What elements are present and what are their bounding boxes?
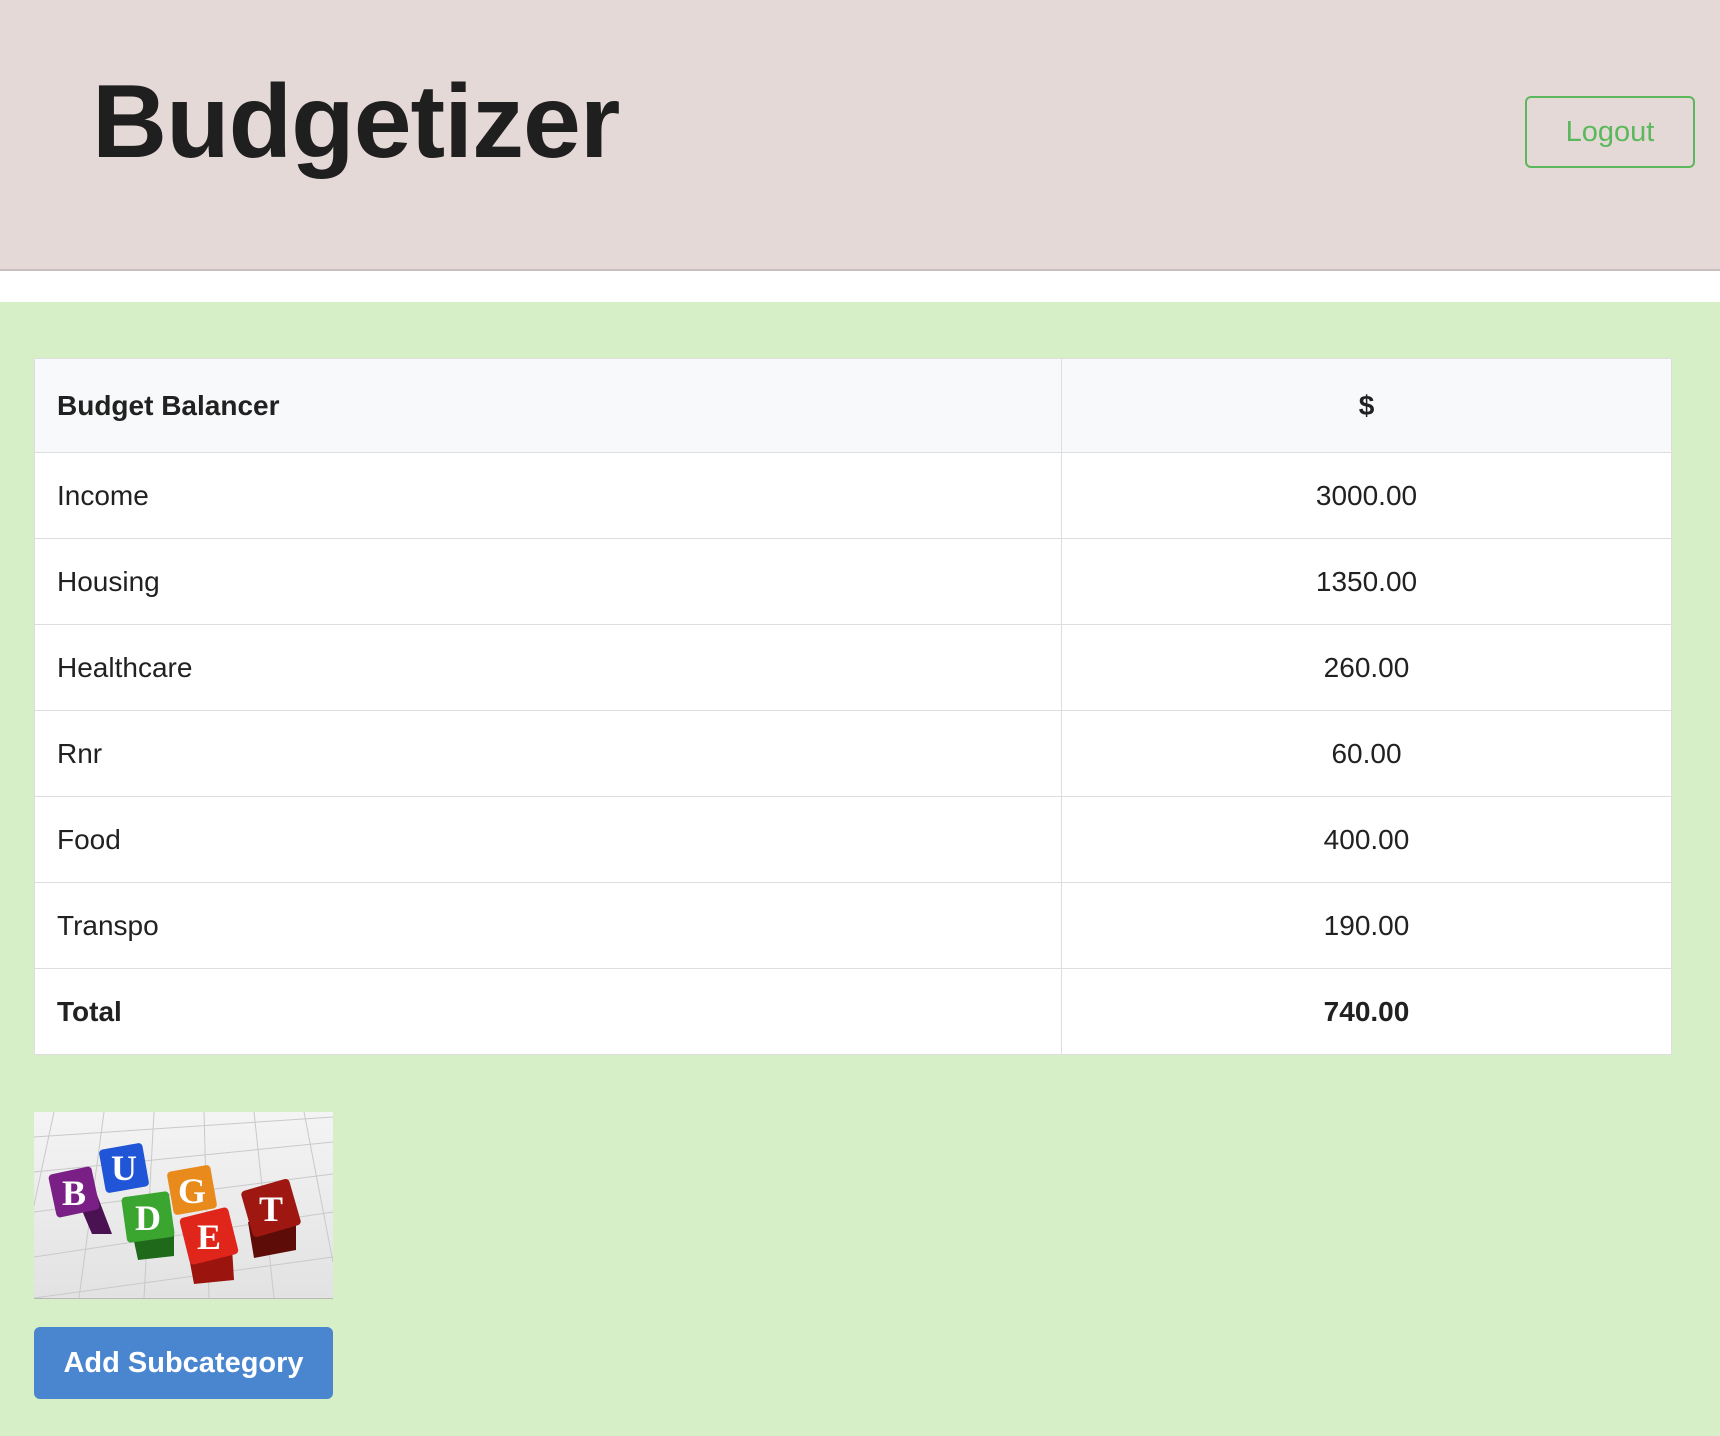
logout-button[interactable]: Logout	[1525, 96, 1695, 168]
category-cell: Healthcare	[34, 624, 1062, 711]
svg-text:G: G	[178, 1171, 206, 1211]
amount-cell: 190.00	[1061, 882, 1672, 969]
header-divider	[0, 271, 1720, 302]
amount-cell: 3000.00	[1061, 452, 1672, 539]
app-title: Budgetizer	[92, 64, 620, 180]
budget-blocks-image: B U D G E T	[34, 1112, 333, 1299]
table-row: Housing 1350.00	[34, 538, 1672, 625]
svg-text:E: E	[197, 1217, 221, 1257]
block-g: G	[167, 1165, 217, 1215]
category-cell: Rnr	[34, 710, 1062, 797]
amount-cell: 1350.00	[1061, 538, 1672, 625]
amount-cell: 60.00	[1061, 710, 1672, 797]
category-cell: Housing	[34, 538, 1062, 625]
table-row: Food 400.00	[34, 796, 1672, 883]
table-row: Income 3000.00	[34, 452, 1672, 539]
table-row: Healthcare 260.00	[34, 624, 1672, 711]
app-header: Budgetizer Logout	[0, 0, 1720, 271]
svg-text:T: T	[259, 1189, 283, 1229]
svg-text:D: D	[135, 1198, 161, 1238]
svg-text:U: U	[111, 1148, 137, 1188]
column-header-amount: $	[1061, 358, 1672, 453]
table-row: Transpo 190.00	[34, 882, 1672, 969]
add-subcategory-button[interactable]: Add Subcategory	[34, 1327, 333, 1399]
column-header-category: Budget Balancer	[34, 358, 1062, 453]
total-row: Total 740.00	[34, 968, 1672, 1055]
block-u: U	[99, 1143, 149, 1193]
total-label: Total	[34, 968, 1062, 1055]
table-header-row: Budget Balancer $	[34, 358, 1672, 453]
amount-cell: 260.00	[1061, 624, 1672, 711]
budget-balancer-table: Budget Balancer $ Income 3000.00 Housing…	[34, 358, 1672, 1055]
amount-cell: 400.00	[1061, 796, 1672, 883]
table-row: Rnr 60.00	[34, 710, 1672, 797]
total-amount: 740.00	[1061, 968, 1672, 1055]
category-cell: Income	[34, 452, 1062, 539]
category-cell: Transpo	[34, 882, 1062, 969]
svg-text:B: B	[62, 1173, 86, 1213]
category-cell: Food	[34, 796, 1062, 883]
